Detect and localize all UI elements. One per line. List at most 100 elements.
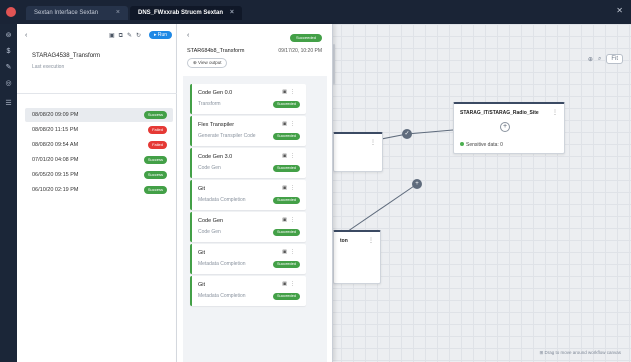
step-description: Metadata Completion: [198, 261, 246, 267]
lock-icon[interactable]: ▣: [282, 185, 290, 191]
step-description: Code Gen: [198, 165, 221, 171]
edit-icon[interactable]: ✎: [127, 33, 136, 39]
pencil-icon[interactable]: ✎: [5, 64, 12, 71]
step-card[interactable]: Git Metadata Completion ▣⋮ Succeeded: [190, 180, 306, 210]
workflow-subtitle: Last execution: [32, 64, 65, 70]
step-card[interactable]: Flex Transpiler Generate Transpiler Code ▣…: [190, 116, 306, 146]
back-icon[interactable]: ‹: [25, 32, 27, 39]
step-status-badge: Succeeded: [273, 133, 300, 140]
close-tab-icon[interactable]: ×: [230, 6, 234, 20]
step-actions: ▣⋮: [282, 89, 298, 95]
more-icon[interactable]: ⋮: [290, 89, 298, 95]
execution-date: 06/05/20 09:15 PM: [32, 172, 79, 178]
more-icon[interactable]: ⋮: [290, 249, 298, 255]
node-menu-icon[interactable]: ⋮: [368, 237, 374, 244]
workflow-node[interactable]: ton ⋮: [333, 230, 381, 284]
lock-icon[interactable]: ▣: [282, 89, 290, 95]
home-icon[interactable]: ⊚: [5, 32, 12, 39]
search-icon[interactable]: ⌕: [598, 56, 601, 63]
more-icon[interactable]: ⋮: [290, 281, 298, 287]
execution-date: 08/08/20 11:15 PM: [32, 127, 79, 133]
lock-icon[interactable]: ▣: [282, 249, 290, 255]
workflow-name: STARAG4538_Transform: [32, 53, 101, 59]
step-card[interactable]: Code Gen Code Gen ▣⋮ Succeeded: [190, 212, 306, 242]
executions-panel: ‹ ▣⧉✎↻ ▸ Run STARAG4538_Transform Last e…: [17, 24, 177, 362]
dollar-icon[interactable]: $: [5, 48, 12, 55]
list-icon[interactable]: ☰: [5, 100, 12, 107]
step-actions: ▣⋮: [282, 217, 298, 223]
step-card[interactable]: Code Gen 3.0 Code Gen ▣⋮ Succeeded: [190, 148, 306, 178]
workflow-node[interactable]: ⋮: [333, 132, 383, 172]
workflow-node-partial[interactable]: [333, 44, 335, 84]
execution-row[interactable]: 08/08/20 11:15 PM Failed: [25, 123, 173, 137]
more-icon[interactable]: ⋮: [290, 121, 298, 127]
view-output-chip[interactable]: ⊕ View output: [187, 58, 228, 68]
execution-date: 09/17/20, 10:20 PM: [278, 48, 322, 54]
back-icon[interactable]: ‹: [187, 32, 189, 39]
execution-status-badge: Succeeded: [289, 34, 322, 42]
refresh-icon[interactable]: ↻: [136, 33, 145, 39]
close-tab-icon[interactable]: ×: [116, 6, 120, 20]
step-name: Git: [198, 282, 206, 288]
step-name: Code Gen 3.0: [198, 154, 233, 160]
tab-interface[interactable]: Sextan Interface Sextan ×: [26, 6, 128, 20]
more-icon[interactable]: ⋮: [290, 185, 298, 191]
lock-icon[interactable]: ▣: [282, 153, 290, 159]
status-badge: Failed: [148, 126, 167, 134]
execution-row[interactable]: 07/01/20 04:08 PM Success: [25, 153, 173, 167]
tab-bar: Sextan Interface Sextan × DNS_FWxxrab St…: [0, 0, 631, 24]
step-actions: ▣⋮: [282, 249, 298, 255]
add-step-icon[interactable]: +: [500, 122, 510, 132]
lock-icon[interactable]: ▣: [282, 281, 290, 287]
step-name: Code Gen: [198, 218, 224, 224]
execution-detail-panel: ‹ Succeeded STAR684b8_Transform 09/17/20…: [177, 24, 333, 362]
execution-title: STAR684b8_Transform: [187, 48, 245, 54]
tab-active-workflow[interactable]: DNS_FWxxrab Strucm Sextan ×: [130, 6, 242, 20]
step-description: Metadata Completion: [198, 197, 246, 203]
execution-date: 08/08/20 09:54 AM: [32, 142, 79, 148]
step-actions: ▣⋮: [282, 281, 298, 287]
left-rail: ⊚ $ ✎ ◎ ☰: [0, 24, 17, 362]
step-name: Code Gen 0.0: [198, 90, 233, 96]
zoom-icon[interactable]: ⊕: [588, 56, 593, 63]
step-actions: ▣⋮: [282, 121, 298, 127]
fit-button[interactable]: Fit: [606, 54, 623, 64]
close-window-icon[interactable]: ✕: [616, 6, 623, 15]
status-badge: Failed: [148, 141, 167, 149]
workflow-node-radio-site[interactable]: STARAG_IT/STARAG_Radio_Site ⋮ + Sensitiv…: [453, 102, 565, 154]
execution-row[interactable]: 06/05/20 09:15 PM Success: [25, 168, 173, 182]
execution-row[interactable]: 08/08/20 09:09 PM Success: [25, 108, 173, 122]
executions-header: ‹ ▣⧉✎↻ ▸ Run STARAG4538_Transform Last e…: [17, 24, 177, 94]
execution-date: 06/10/20 02:19 PM: [32, 187, 79, 193]
lock-icon[interactable]: ▣: [282, 121, 290, 127]
save-icon[interactable]: ▣: [109, 33, 119, 39]
more-icon[interactable]: ⋮: [290, 153, 298, 159]
execution-date: 08/08/20 09:09 PM: [32, 112, 79, 118]
node-title: ton: [340, 238, 348, 244]
step-status-badge: Succeeded: [273, 229, 300, 236]
step-actions: ▣⋮: [282, 153, 298, 159]
copy-icon[interactable]: ⧉: [119, 33, 127, 39]
connector-node-icon[interactable]: ✓: [402, 129, 412, 139]
step-actions: ▣⋮: [282, 185, 298, 191]
step-description: Generate Transpiler Code: [198, 133, 256, 139]
circle-icon[interactable]: ◎: [5, 80, 12, 87]
node-menu-icon[interactable]: ⋮: [370, 139, 376, 146]
step-card[interactable]: Git Metadata Completion ▣⋮ Succeeded: [190, 276, 306, 306]
lock-icon[interactable]: ▣: [282, 217, 290, 223]
step-name: Git: [198, 186, 206, 192]
node-title: STARAG_IT/STARAG_Radio_Site: [460, 110, 539, 116]
more-icon[interactable]: ⋮: [290, 217, 298, 223]
status-badge: Success: [143, 171, 167, 179]
run-button[interactable]: ▸ Run: [149, 31, 173, 39]
execution-row[interactable]: 06/10/20 02:19 PM Success: [25, 183, 173, 197]
step-card[interactable]: Git Metadata Completion ▣⋮ Succeeded: [190, 244, 306, 274]
step-card[interactable]: Code Gen 0.0 Transform ▣⋮ Succeeded: [190, 84, 306, 114]
status-badge: Success: [143, 111, 167, 119]
connector-node-icon[interactable]: +: [412, 179, 422, 189]
panel-actions: ▣⧉✎↻: [109, 32, 145, 40]
tab-label: DNS_FWxxrab Strucm Sextan: [138, 10, 224, 16]
status-badge: Success: [143, 186, 167, 194]
execution-row[interactable]: 08/08/20 09:54 AM Failed: [25, 138, 173, 152]
node-menu-icon[interactable]: ⋮: [552, 109, 558, 116]
